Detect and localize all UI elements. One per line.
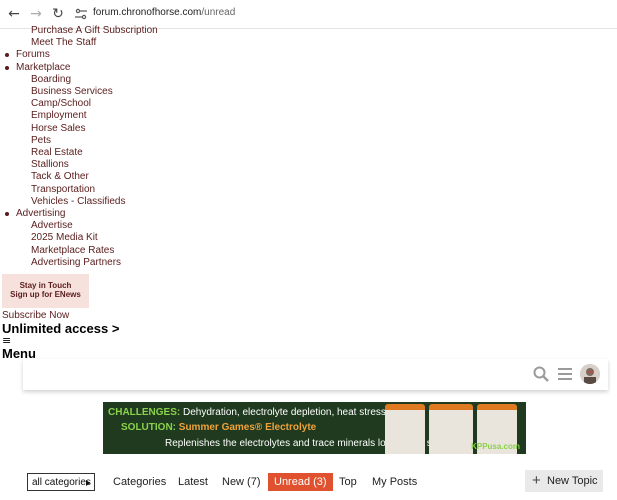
bullet-icon — [5, 53, 9, 58]
product-tub-image — [385, 404, 425, 454]
menu-item[interactable]: Advertising Partners — [31, 257, 121, 268]
user-avatar[interactable] — [580, 364, 600, 384]
reload-icon[interactable]: ↻ — [48, 4, 68, 24]
nav-unread[interactable]: Unread (3) — [268, 473, 333, 491]
unlimited-access-link[interactable]: Unlimited access > — [2, 321, 119, 336]
ad-challenges-text: Dehydration, electrolyte depletion, heat… — [183, 407, 386, 418]
menu-item[interactable]: Marketplace Rates — [31, 245, 114, 256]
forum-header — [23, 359, 608, 390]
subscribe-link[interactable]: Subscribe Now — [2, 310, 69, 321]
ad-challenges-line: CHALLENGES: Dehydration, electrolyte dep… — [108, 407, 386, 418]
menu-item[interactable]: Boarding — [31, 74, 71, 85]
menu-item[interactable]: Advertise — [31, 220, 73, 231]
bullet-icon — [5, 212, 9, 216]
menu-item[interactable]: Purchase A Gift Subscription — [31, 25, 158, 36]
url-path: /unread — [201, 7, 236, 18]
site-settings-icon[interactable] — [74, 8, 88, 20]
enews-signup-text: Sign up for ENews — [10, 290, 81, 299]
stay-in-touch-text: Stay in Touch — [19, 281, 72, 290]
plus-icon: + — [532, 472, 541, 489]
ad-solution-line: SOLUTION: Summer Games® Electrolyte — [121, 422, 316, 433]
menu-item[interactable]: Marketplace — [16, 62, 70, 73]
menu-item[interactable]: Forums — [16, 49, 50, 60]
topic-navigation: all categories Categories Latest New (7)… — [23, 468, 608, 498]
url-host: forum.chronofhorse.com — [93, 7, 202, 18]
menu-item[interactable]: Employment — [31, 110, 87, 121]
hamburger-icon[interactable]: ≡ — [2, 335, 11, 346]
menu-icon[interactable] — [558, 368, 572, 380]
caret-right-icon — [86, 480, 90, 486]
advertisement-banner[interactable]: CHALLENGES: Dehydration, electrolyte dep… — [103, 402, 526, 454]
category-dropdown[interactable]: all categories — [27, 473, 95, 491]
bullet-icon — [5, 65, 9, 70]
nav-top[interactable]: Top — [339, 473, 357, 491]
search-icon[interactable] — [533, 366, 549, 382]
enews-signup-box[interactable]: Stay in Touch Sign up for ENews — [2, 274, 89, 308]
menu-item[interactable]: Transportation — [31, 184, 95, 195]
menu-item[interactable]: Advertising — [16, 208, 65, 219]
menu-item[interactable]: Real Estate — [31, 147, 83, 158]
category-dropdown-value: all categories — [32, 477, 91, 488]
nav-latest[interactable]: Latest — [178, 473, 208, 491]
menu-item[interactable]: Meet The Staff — [31, 37, 96, 48]
menu-item[interactable]: Tack & Other — [31, 171, 89, 182]
nav-new[interactable]: New (7) — [222, 473, 261, 491]
ad-solution-label: SOLUTION: — [121, 422, 176, 433]
new-topic-button[interactable]: + New Topic — [525, 470, 603, 492]
back-arrow-icon[interactable]: ← — [4, 4, 24, 24]
ad-challenges-label: CHALLENGES: — [108, 407, 181, 418]
menu-item[interactable]: Horse Sales — [31, 123, 85, 134]
address-bar[interactable]: forum.chronofhorse.com/unread — [93, 7, 235, 18]
menu-item[interactable]: Business Services — [31, 86, 113, 97]
product-tub-image — [429, 404, 473, 454]
ad-brand: KPPusa.com — [471, 442, 520, 451]
ad-product-name: Summer Games® Electrolyte — [178, 422, 317, 433]
nav-categories[interactable]: Categories — [113, 473, 166, 491]
menu-item[interactable]: 2025 Media Kit — [31, 232, 98, 243]
menu-item[interactable]: Camp/School — [31, 98, 91, 109]
menu-item[interactable]: Stallions — [31, 159, 69, 170]
menu-item[interactable]: Vehicles - Classifieds — [31, 196, 125, 207]
new-topic-label: New Topic — [547, 475, 598, 487]
menu-item[interactable]: Pets — [31, 135, 51, 146]
nav-my-posts[interactable]: My Posts — [372, 473, 417, 491]
forward-arrow-icon[interactable]: → — [26, 4, 46, 24]
avatar-image-icon — [580, 364, 600, 384]
